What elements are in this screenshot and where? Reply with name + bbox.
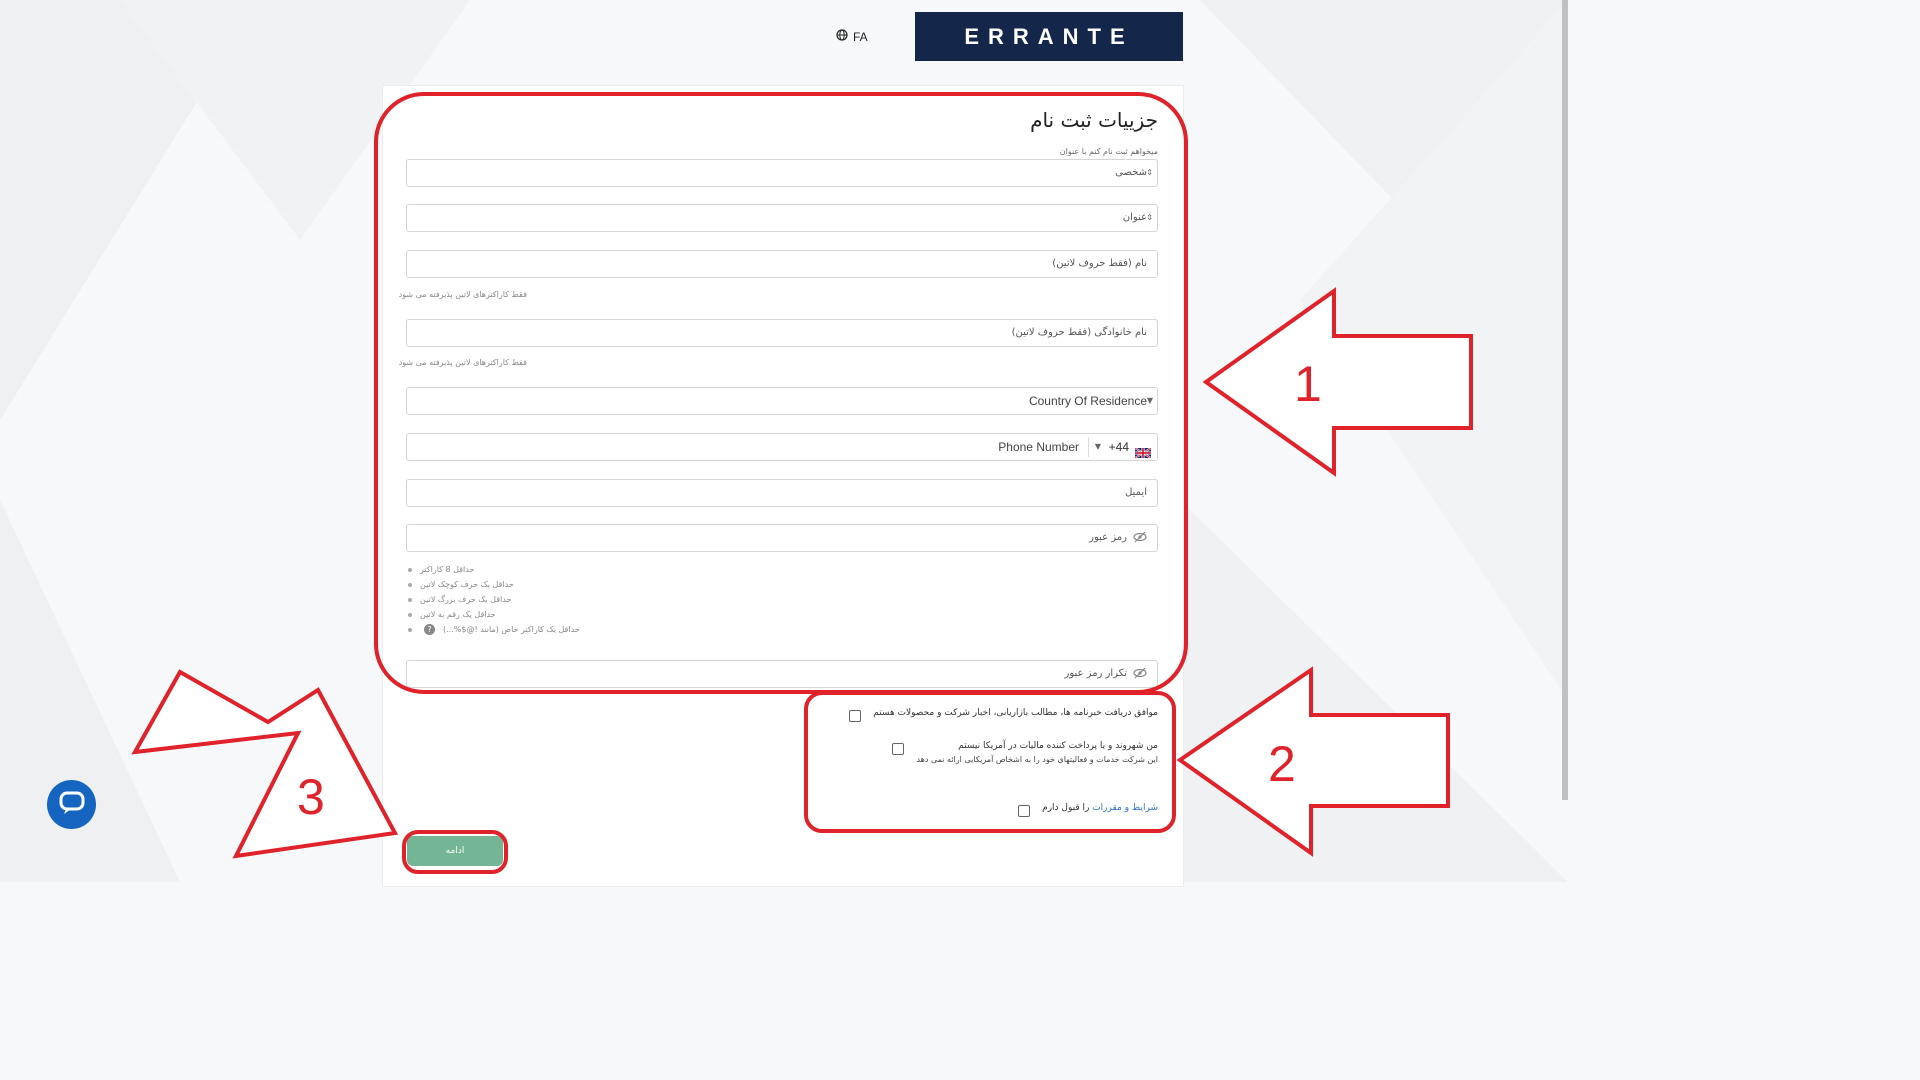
phone-separator [1088, 437, 1089, 457]
confirm-password-placeholder: تکرار رمز عبور [1064, 668, 1127, 679]
phone-country-code: +44 [1108, 440, 1129, 454]
us-citizen-label-group: من شهروند و یا پرداخت کننده مالیات در آم… [916, 741, 1158, 764]
phone-placeholder: Phone Number [998, 440, 1079, 454]
bullet [408, 582, 412, 587]
last-name-hint: فقط کاراکترهای لاتین پذیرفته می شود [398, 358, 527, 367]
password-rule: حداقل 8 کاراکتر [420, 565, 475, 574]
caret-down-icon: ▼ [1146, 396, 1153, 405]
register-as-label: میخواهم ثبت نام کنم با عنوان [1059, 147, 1158, 156]
chat-widget-button[interactable] [47, 780, 96, 829]
confirm-password-input[interactable]: تکرار رمز عبور [406, 660, 1158, 688]
annotation-arrow-3 [131, 669, 399, 859]
annotation-number-2: 2 [1268, 736, 1296, 792]
newsletter-label: موافق دریافت خبرنامه ها، مطالب بازاریابی… [873, 708, 1158, 718]
language-label: FA [853, 29, 868, 44]
globe-icon [836, 29, 848, 44]
email-placeholder: ایمیل [1125, 487, 1147, 498]
eye-slash-icon[interactable] [1133, 531, 1147, 546]
password-rule: حداقل یک کاراکتر خاص (مانند !@$%...) [443, 625, 580, 634]
password-rule: حداقل یک رقم به لاتین [420, 610, 496, 619]
uk-flag-icon [1134, 443, 1152, 459]
page-scrollbar[interactable] [1562, 0, 1568, 800]
newsletter-checkbox[interactable] [849, 710, 862, 722]
terms-consent[interactable]: شرایط و مقررات را قبول دارم [1018, 803, 1158, 817]
bullet [408, 567, 412, 572]
terms-checkbox[interactable] [1018, 805, 1031, 817]
logo-text: ERRANTE [964, 23, 1134, 49]
list-item: حداقل 8 کاراکتر [408, 562, 580, 577]
first-name-hint: فقط کاراکترهای لاتین پذیرفته می شود [398, 290, 527, 299]
annotation-number-3: 3 [297, 769, 325, 825]
password-rule: حداقل یک حرف کوچک لاتین [420, 580, 514, 589]
annotation-number-1: 1 [1294, 356, 1322, 412]
list-item: حداقل یک حرف بزرگ لاتین [408, 592, 580, 607]
country-placeholder: Country Of Residence [1028, 394, 1147, 408]
bullet [408, 627, 412, 632]
us-citizen-note: این شرکت خدمات و فعالیتهای خود را به اشخ… [916, 755, 1158, 764]
account-type-select[interactable]: شخصی ⇕ [406, 159, 1158, 187]
us-citizen-consent[interactable]: من شهروند و یا پرداخت کننده مالیات در آم… [892, 741, 1158, 764]
first-name-input[interactable]: نام (فقط حروف لاتین) [406, 250, 1158, 278]
password-rules-list: حداقل 8 کاراکتر حداقل یک حرف کوچک لاتین … [408, 562, 580, 637]
password-placeholder: رمز عبور [1089, 532, 1127, 543]
country-select[interactable]: Country Of Residence ▼ [406, 387, 1158, 415]
terms-label: شرایط و مقررات را قبول دارم [1042, 803, 1158, 813]
first-name-placeholder: نام (فقط حروف لاتین) [1052, 258, 1147, 269]
bullet [408, 597, 412, 602]
list-item: حداقل یک حرف کوچک لاتین [408, 577, 580, 592]
salutation-value: عنوان [1122, 212, 1147, 223]
terms-suffix: را قبول دارم [1042, 803, 1090, 813]
password-rule: حداقل یک حرف بزرگ لاتین [420, 595, 512, 604]
language-switcher[interactable]: FA [836, 29, 868, 44]
account-type-value: شخصی [1115, 167, 1147, 178]
salutation-select[interactable]: عنوان ⇕ [406, 204, 1158, 232]
updown-icon: ⇕ [1146, 213, 1153, 222]
list-item: ? حداقل یک کاراکتر خاص (مانند !@$%...) [408, 622, 580, 637]
last-name-placeholder: نام خانوادگی (فقط حروف لاتین) [1011, 327, 1147, 338]
list-item: حداقل یک رقم به لاتین [408, 607, 580, 622]
caret-down-icon[interactable]: ▼ [1095, 442, 1101, 451]
annotation-arrow-1 [1202, 287, 1473, 477]
bullet [408, 612, 412, 617]
password-input[interactable]: رمز عبور [406, 524, 1158, 552]
us-citizen-label: من شهروند و یا پرداخت کننده مالیات در آم… [958, 741, 1158, 751]
terms-link[interactable]: شرایط و مقررات [1092, 803, 1158, 813]
last-name-input[interactable]: نام خانوادگی (فقط حروف لاتین) [406, 319, 1158, 347]
phone-field[interactable]: +44 ▼ Phone Number [406, 433, 1158, 461]
help-icon[interactable]: ? [424, 624, 435, 635]
email-input[interactable]: ایمیل [406, 479, 1158, 507]
us-citizen-checkbox[interactable] [892, 743, 905, 755]
chat-bubble-icon [59, 791, 85, 819]
newsletter-consent[interactable]: موافق دریافت خبرنامه ها، مطالب بازاریابی… [849, 708, 1158, 722]
annotation-arrow-2 [1176, 666, 1450, 857]
brand-logo[interactable]: ERRANTE [915, 12, 1183, 61]
eye-slash-icon[interactable] [1133, 667, 1147, 682]
updown-icon: ⇕ [1146, 168, 1153, 177]
page-title: جزییات ثبت نام [1030, 108, 1158, 132]
continue-button[interactable]: ادامه [407, 836, 503, 866]
